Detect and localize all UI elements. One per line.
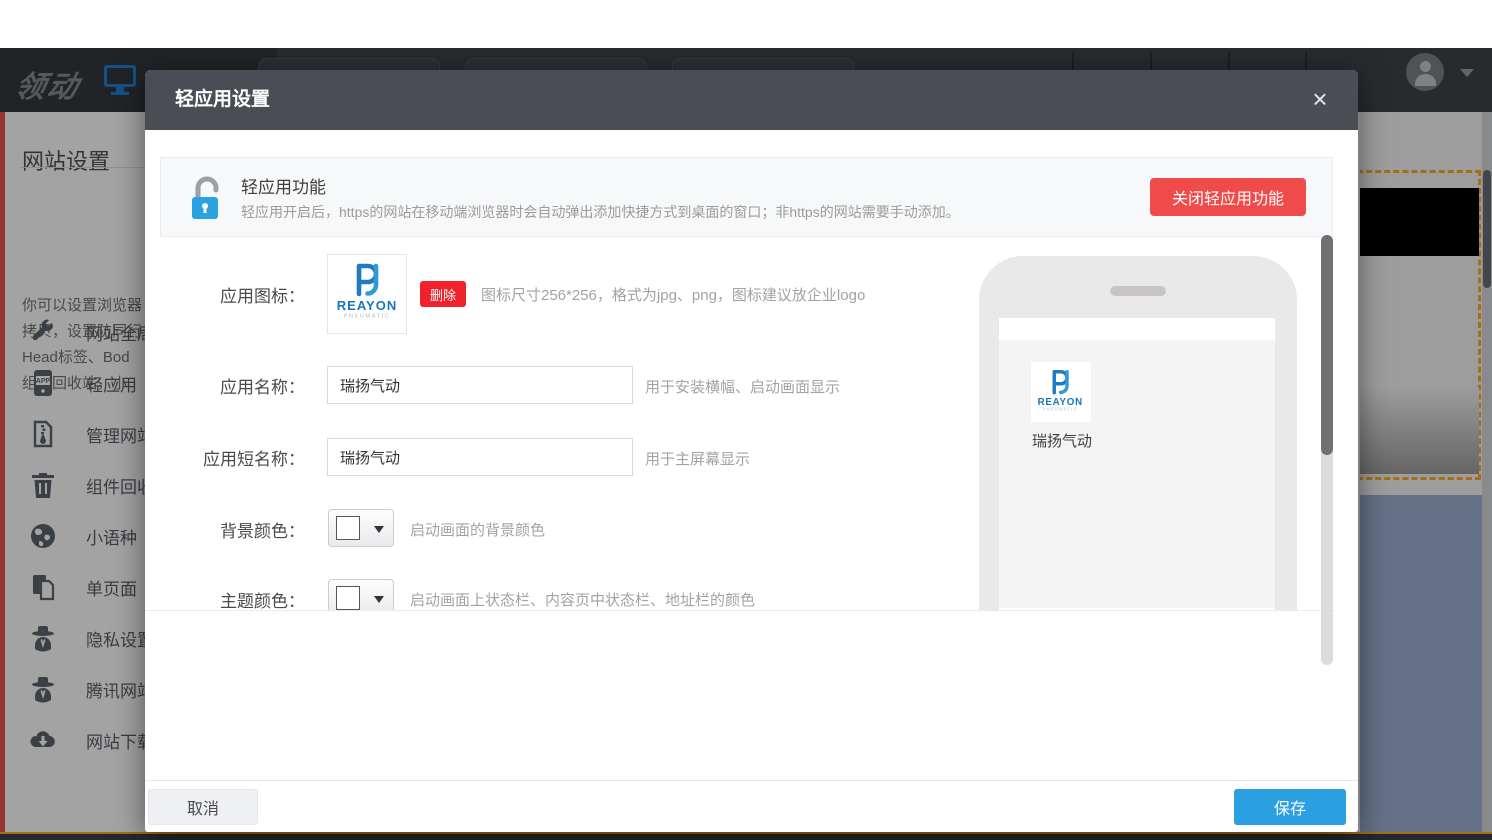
reayon-monogram-icon [1045,368,1075,395]
theme-color-label: 主题颜色： [165,587,305,611]
picker-caret-icon [374,596,384,603]
top-blank-area [0,0,1492,48]
close-icon[interactable]: × [1304,83,1336,115]
screen: 领动 网站设置 你可以设置浏览器 拷贝，设置防同行 Head标签、Bod 组件回… [0,0,1492,840]
theme-color-picker[interactable] [328,579,394,611]
delete-icon-button[interactable]: 删除 [420,281,466,307]
app-name-input[interactable] [327,366,633,404]
modal-title: 轻应用设置 [175,70,270,130]
reayon-logo: REAYON PNEUMATIC [1031,368,1090,422]
footer-divider [145,780,1358,781]
modal-scrollbar-track[interactable] [1321,235,1333,665]
reayon-subtitle: PNEUMATIC [1037,408,1084,412]
modal-header: 轻应用设置 × [145,70,1358,130]
app-name-hint: 用于安装横幅、启动画面显示 [645,376,840,397]
save-button[interactable]: 保存 [1234,789,1346,825]
reayon-monogram-icon [347,261,387,297]
modal-scrollbar-thumb[interactable] [1321,235,1333,455]
app-name-label: 应用名称： [165,373,305,398]
phone-preview: REAYON PNEUMATIC 瑞扬气动 [979,256,1297,611]
app-icon-label: 应用图标： [165,282,305,307]
reayon-wordmark: REAYON [328,298,406,313]
phone-screen: REAYON PNEUMATIC 瑞扬气动 [999,318,1275,611]
cancel-button[interactable]: 取消 [148,789,258,825]
preview-app-icon: REAYON PNEUMATIC [1031,362,1091,422]
feature-title: 轻应用功能 [241,173,326,198]
disable-light-app-button[interactable]: 关闭轻应用功能 [1150,178,1306,216]
phone-home-area: REAYON PNEUMATIC 瑞扬气动 [999,340,1275,608]
preview-app-label: 瑞扬气动 [1032,430,1092,451]
reayon-wordmark: REAYON [1031,396,1090,407]
feature-description: 轻应用开启后，https的网站在移动端浏览器时会自动弹出添加快捷方式到桌面的窗口… [241,202,960,222]
reayon-subtitle: PNEUMATIC [336,314,398,320]
bg-color-picker[interactable] [328,509,394,547]
icon-hint: 图标尺寸256*256，格式为jpg、png，图标建议放企业logo [481,284,865,305]
bg-color-label: 背景颜色： [165,517,305,542]
light-app-settings-modal: 轻应用设置 × 轻应用功能 轻应用开启后，https的网站在移动端浏览器时会自动… [145,70,1358,832]
bg-color-hint: 启动画面的背景颜色 [410,519,545,540]
bg-color-swatch [336,516,360,540]
reayon-logo: REAYON PNEUMATIC [328,261,406,339]
short-name-input[interactable] [327,438,633,476]
short-name-label: 应用短名称： [165,445,305,470]
short-name-hint: 用于主屏幕显示 [645,448,750,469]
app-icon-preview[interactable]: REAYON PNEUMATIC [327,254,407,334]
phone-speaker-shape [1110,286,1166,296]
form-scroll-area: 应用图标： REAYON PNEUMATIC 删除 图标尺寸256*256，格式… [145,235,1335,611]
unlock-icon [186,175,224,223]
feature-banner: 轻应用功能 轻应用开启后，https的网站在移动端浏览器时会自动弹出添加快捷方式… [160,157,1333,237]
theme-color-swatch [336,586,360,610]
picker-caret-icon [374,526,384,533]
theme-color-hint: 启动画面上状态栏、内容页中状态栏、地址栏的颜色 [410,589,755,610]
